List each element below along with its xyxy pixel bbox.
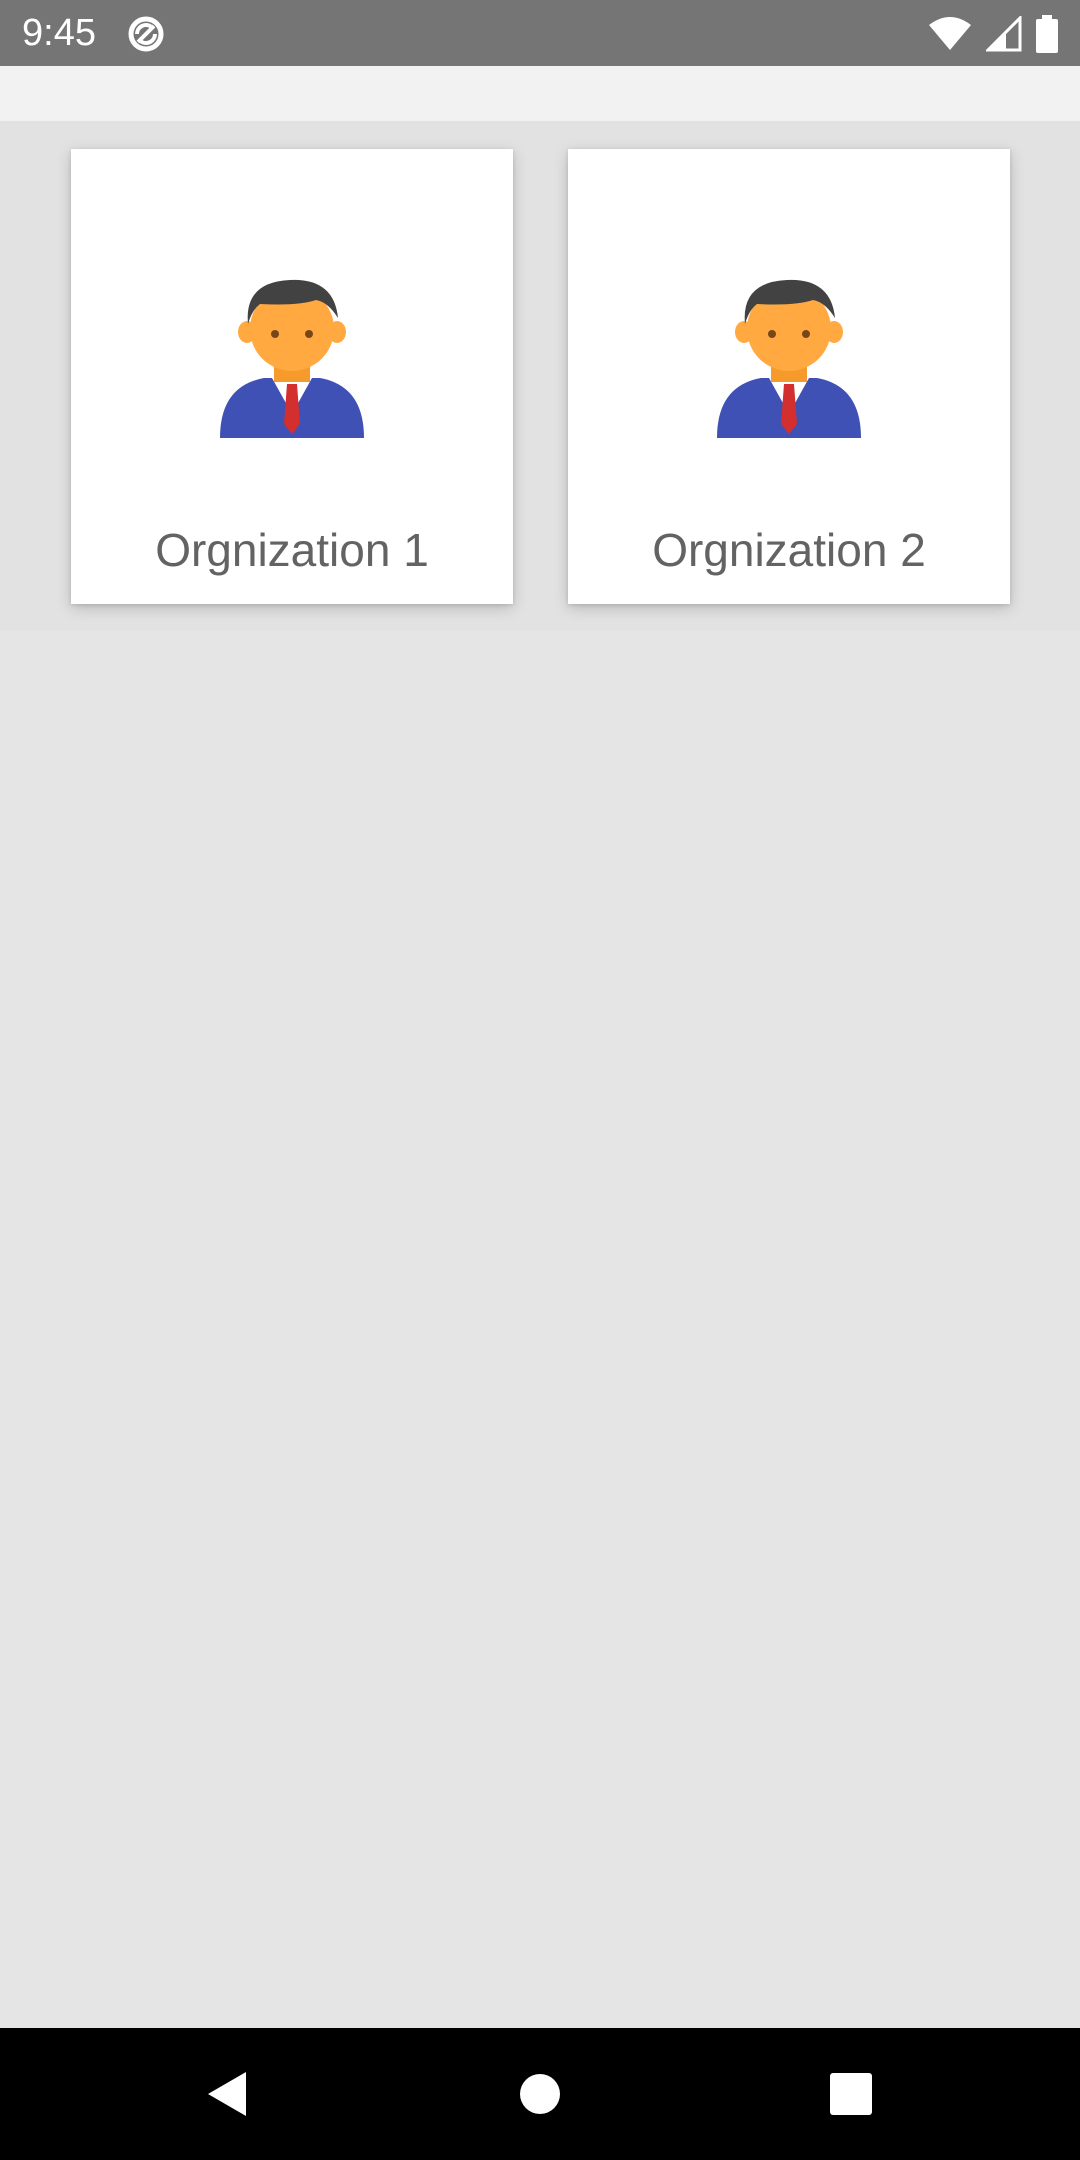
organization-card-1[interactable]: Orgnization 1	[71, 149, 513, 604]
app-screen: 9:45 Orgnization 1 Orgnization 2	[0, 0, 1080, 2160]
organization-name: Orgnization 1	[155, 524, 429, 576]
wifi-icon	[929, 17, 971, 50]
battery-icon	[1036, 15, 1058, 53]
recents-icon[interactable]	[821, 2064, 881, 2124]
organization-card-2[interactable]: Orgnization 2	[568, 149, 1010, 604]
organization-grid: Orgnization 1 Orgnization 2	[0, 121, 1080, 631]
status-bar: 9:45	[0, 0, 1080, 66]
businessman-avatar-icon	[220, 279, 364, 438]
app-bar	[0, 66, 1080, 121]
navigation-bar	[0, 2028, 1080, 2160]
status-time: 9:45	[22, 12, 96, 54]
businessman-avatar-icon	[717, 279, 861, 438]
back-icon[interactable]	[200, 2064, 260, 2124]
cell-signal-icon	[986, 16, 1022, 52]
organization-name: Orgnization 2	[652, 524, 926, 576]
status-icons	[928, 14, 1058, 54]
home-icon[interactable]	[510, 2064, 570, 2124]
sync-icon	[128, 16, 164, 52]
